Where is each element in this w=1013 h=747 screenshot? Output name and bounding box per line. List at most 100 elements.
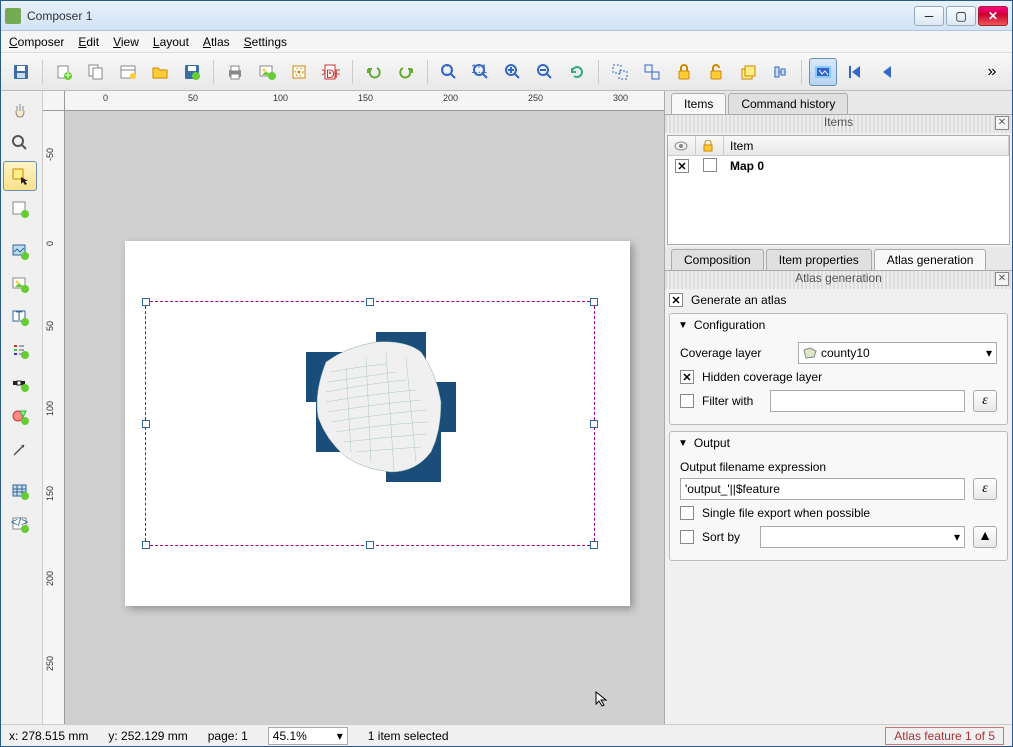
print-icon[interactable] — [221, 58, 249, 86]
generate-atlas-checkbox[interactable]: ✕ — [669, 293, 683, 307]
single-file-checkbox[interactable] — [680, 506, 694, 520]
dropdown-arrow-icon: ▾ — [986, 346, 992, 360]
item-column-header: Item — [724, 136, 1009, 155]
sort-by-label: Sort by — [702, 530, 752, 544]
canvas[interactable] — [65, 111, 664, 724]
ruler-vertical: -50 0 50 100 150 200 250 — [43, 111, 65, 724]
map-content — [256, 322, 496, 522]
lock-icon[interactable] — [670, 58, 698, 86]
unlock-icon[interactable] — [702, 58, 730, 86]
visibility-checkbox[interactable]: ✕ — [675, 159, 689, 173]
items-panel-header: Items ✕ — [665, 115, 1012, 133]
close-atlas-panel-icon[interactable]: ✕ — [995, 272, 1009, 286]
save-icon[interactable] — [7, 58, 35, 86]
toolbar-overflow-icon[interactable]: » — [978, 58, 1006, 86]
export-image-icon[interactable] — [253, 58, 281, 86]
group-icon[interactable] — [606, 58, 634, 86]
configuration-section: ▼Configuration Coverage layer county10 ▾… — [669, 313, 1008, 425]
zoom-full-icon[interactable] — [435, 58, 463, 86]
svg-text:+: + — [64, 68, 71, 81]
sort-by-checkbox[interactable] — [680, 530, 694, 544]
menu-view[interactable]: View — [113, 35, 139, 49]
statusbar: x: 278.515 mm y: 252.129 mm page: 1 45.1… — [1, 724, 1012, 746]
left-toolbar: T </> — [1, 91, 43, 724]
add-legend-icon[interactable] — [3, 335, 37, 365]
add-table-icon[interactable] — [3, 476, 37, 506]
zoom-combo[interactable]: 45.1%▾ — [268, 727, 348, 745]
zoom-tool-icon[interactable] — [3, 128, 37, 158]
minimize-button[interactable]: ─ — [914, 6, 944, 26]
dropdown-arrow-icon: ▾ — [954, 530, 960, 544]
tab-atlas-generation[interactable]: Atlas generation — [874, 249, 987, 270]
menu-composer[interactable]: Composer — [9, 35, 64, 49]
right-panel: Items Command history Items ✕ Item ✕ Map… — [664, 91, 1012, 724]
tab-item-properties[interactable]: Item properties — [766, 249, 872, 270]
filename-expression-button[interactable]: ε — [973, 478, 997, 500]
add-map-icon[interactable] — [3, 236, 37, 266]
move-content-tool-icon[interactable] — [3, 194, 37, 224]
atlas-preview-icon[interactable] — [809, 58, 837, 86]
atlas-first-icon[interactable] — [841, 58, 869, 86]
tab-command-history[interactable]: Command history — [728, 93, 848, 114]
close-items-panel-icon[interactable]: ✕ — [995, 116, 1009, 130]
undo-icon[interactable] — [360, 58, 388, 86]
save-template-icon[interactable] — [178, 58, 206, 86]
filter-checkbox[interactable] — [680, 394, 694, 408]
sort-field-select[interactable]: ▾ — [760, 526, 965, 548]
coverage-layer-label: Coverage layer — [680, 346, 790, 360]
align-icon[interactable] — [766, 58, 794, 86]
atlas-prev-icon[interactable] — [873, 58, 901, 86]
map-frame[interactable] — [145, 301, 595, 546]
menu-atlas[interactable]: Atlas — [203, 35, 230, 49]
load-template-icon[interactable] — [146, 58, 174, 86]
ruler-corner — [43, 91, 65, 111]
maximize-button[interactable]: ▢ — [946, 6, 976, 26]
sort-direction-button[interactable]: ▲ — [973, 526, 997, 548]
filename-input[interactable] — [680, 478, 965, 500]
add-scalebar-icon[interactable] — [3, 368, 37, 398]
filter-input[interactable] — [770, 390, 965, 412]
refresh-icon[interactable] — [563, 58, 591, 86]
window-title: Composer 1 — [27, 9, 914, 23]
duplicate-composer-icon[interactable] — [82, 58, 110, 86]
atlas-panel-header: Atlas generation ✕ — [665, 271, 1012, 289]
add-shape-icon[interactable] — [3, 401, 37, 431]
visibility-column-icon — [668, 136, 696, 155]
collapse-icon[interactable]: ▼ — [678, 320, 688, 331]
zoom-out-icon[interactable] — [531, 58, 559, 86]
add-html-icon[interactable]: </> — [3, 509, 37, 539]
menu-edit[interactable]: Edit — [78, 35, 99, 49]
pan-tool-icon[interactable] — [3, 95, 37, 125]
canvas-area: 0 50 100 150 200 250 300 -50 0 50 100 15… — [43, 91, 664, 724]
menu-settings[interactable]: Settings — [244, 35, 287, 49]
select-tool-icon[interactable] — [3, 161, 37, 191]
tab-composition[interactable]: Composition — [671, 249, 764, 270]
add-label-icon[interactable]: T — [3, 302, 37, 332]
filename-label: Output filename expression — [680, 460, 997, 474]
lock-checkbox[interactable] — [703, 158, 717, 172]
filter-expression-button[interactable]: ε — [973, 390, 997, 412]
menu-layout[interactable]: Layout — [153, 35, 189, 49]
export-pdf-icon[interactable]: PDF — [317, 58, 345, 86]
atlas-properties: ✕ Generate an atlas ▼Configuration Cover… — [665, 289, 1012, 724]
close-button[interactable]: ✕ — [978, 6, 1008, 26]
svg-text:PDF: PDF — [322, 67, 340, 81]
zoom-actual-icon[interactable]: 1:1 — [467, 58, 495, 86]
add-arrow-icon[interactable] — [3, 434, 37, 464]
item-row-map0[interactable]: ✕ Map 0 — [668, 156, 1009, 176]
redo-icon[interactable] — [392, 58, 420, 86]
composer-window: Composer 1 ─ ▢ ✕ Composer Edit View Layo… — [0, 0, 1013, 747]
hidden-coverage-checkbox[interactable]: ✕ — [680, 370, 694, 384]
coverage-layer-select[interactable]: county10 ▾ — [798, 342, 997, 364]
raise-icon[interactable] — [734, 58, 762, 86]
filter-label: Filter with — [702, 394, 762, 408]
export-svg-icon[interactable] — [285, 58, 313, 86]
zoom-in-icon[interactable] — [499, 58, 527, 86]
composer-manager-icon[interactable] — [114, 58, 142, 86]
collapse-icon[interactable]: ▼ — [678, 438, 688, 449]
add-image-icon[interactable] — [3, 269, 37, 299]
new-composer-icon[interactable]: + — [50, 58, 78, 86]
ungroup-icon[interactable] — [638, 58, 666, 86]
status-atlas-feature: Atlas feature 1 of 5 — [885, 727, 1004, 745]
tab-items[interactable]: Items — [671, 93, 726, 114]
